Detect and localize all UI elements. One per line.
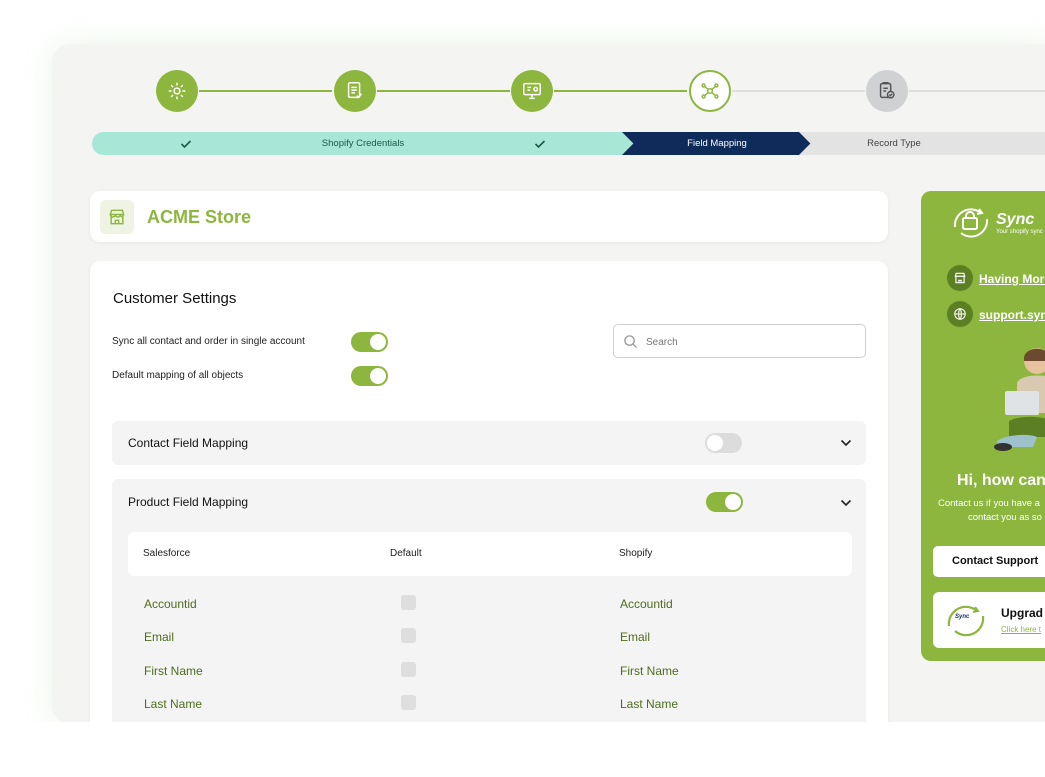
column-header-default: Default — [390, 548, 422, 559]
upgrade-link[interactable]: Click here t — [1001, 625, 1041, 634]
gear-settings-icon — [168, 82, 186, 100]
chevron-down-icon[interactable] — [840, 498, 852, 508]
settings-card: Customer Settings Sync all contact and o… — [90, 261, 888, 761]
contact-support-button[interactable]: Contact Support — [933, 546, 1045, 577]
help-text-line-2: contact you as so — [968, 512, 1042, 523]
contact-mapping-header[interactable]: Contact Field Mapping — [112, 421, 866, 465]
default-checkbox[interactable] — [401, 695, 416, 710]
step-circle-3[interactable] — [511, 70, 553, 112]
contact-support-label: Contact Support — [952, 555, 1039, 567]
search-box[interactable] — [613, 324, 866, 358]
step-tab-label: Record Type — [867, 138, 921, 149]
contact-mapping-toggle[interactable] — [705, 433, 742, 453]
help-text-line-1: Contact us if you have a — [938, 498, 1040, 509]
contact-mapping-title: Contact Field Mapping — [128, 436, 249, 450]
step-circle-2[interactable] — [334, 70, 376, 112]
salesforce-field: Email — [144, 630, 175, 644]
upgrade-card[interactable]: Sync Upgrad Click here t — [933, 592, 1045, 648]
step-tab-3[interactable] — [445, 132, 635, 155]
sync-all-label: Sync all contact and order in single acc… — [112, 336, 305, 347]
column-header-shopify: Shopify — [619, 548, 653, 559]
column-header-salesforce: Salesforce — [143, 548, 191, 559]
step-tab-5[interactable]: Record Type — [799, 132, 989, 155]
help-heading: Hi, how can — [957, 472, 1045, 489]
upgrade-logo-text: Sync — [955, 614, 970, 620]
store-link-icon-wrap — [947, 265, 973, 291]
salesforce-field: Last Name — [144, 697, 203, 711]
step-connector — [909, 90, 1045, 92]
product-mapping-panel: Product Field Mapping Salesforce Default… — [112, 479, 866, 761]
product-mapping-toggle[interactable] — [706, 492, 743, 512]
globe-icon — [954, 308, 966, 320]
step-circle-5[interactable] — [866, 70, 908, 112]
having-more-link[interactable]: Having More — [979, 272, 1045, 286]
salesforce-field: Accountid — [144, 597, 197, 611]
help-sidebar: Sync Your shopify sync Having More suppo… — [921, 191, 1045, 661]
shopify-field: Email — [620, 630, 651, 644]
default-checkbox[interactable] — [401, 595, 416, 610]
default-checkbox[interactable] — [401, 662, 416, 677]
step-circle-1[interactable] — [156, 70, 198, 112]
store-header: ACME Store — [90, 191, 888, 242]
step-tab-label: Field Mapping — [687, 138, 747, 149]
step-tab-label: Shopify Credentials — [321, 138, 405, 149]
support-person-illustration — [994, 348, 1045, 451]
upgrade-logo-icon — [947, 605, 985, 637]
store-icon-box — [100, 200, 134, 234]
shopify-field: First Name — [620, 664, 679, 678]
step-connector — [554, 90, 687, 92]
chevron-down-icon[interactable] — [840, 438, 852, 448]
store-icon — [954, 272, 966, 284]
monitor-icon — [523, 82, 541, 100]
step-connector — [732, 90, 865, 92]
step-circle-4[interactable] — [689, 70, 731, 112]
store-icon — [109, 209, 125, 225]
default-mapping-toggle[interactable] — [351, 366, 388, 386]
sync-cart-logo-icon — [953, 208, 989, 238]
globe-link-icon-wrap — [947, 301, 973, 327]
search-input[interactable] — [644, 332, 858, 352]
shopify-field: Accountid — [620, 597, 673, 611]
shopify-field: Last Name — [620, 697, 679, 711]
step-tab-6[interactable] — [976, 132, 1045, 155]
clipboard-check-icon — [879, 82, 895, 99]
salesforce-field: First Name — [144, 664, 203, 678]
mapping-table-header: Salesforce Default Shopify — [128, 532, 852, 576]
support-email-link[interactable]: support.sync — [979, 308, 1045, 322]
step-tab-1[interactable] — [92, 132, 280, 155]
brand-name: Sync — [996, 211, 1035, 228]
store-name: ACME Store — [147, 207, 252, 227]
step-connector — [199, 90, 332, 92]
checkmark-icon — [180, 139, 192, 148]
brand-tagline: Your shopify sync — [996, 229, 1043, 235]
document-icon — [347, 82, 363, 99]
search-icon — [624, 335, 638, 349]
default-checkbox[interactable] — [401, 628, 416, 643]
upgrade-title: Upgrad — [1001, 606, 1043, 620]
network-nodes-icon — [701, 83, 719, 99]
default-mapping-label: Default mapping of all objects — [112, 370, 244, 381]
step-connector — [377, 90, 510, 92]
checkmark-icon — [534, 139, 546, 148]
step-tab-2[interactable]: Shopify Credentials — [268, 132, 458, 155]
bottom-margin — [0, 722, 1045, 777]
section-title: Customer Settings — [113, 290, 237, 307]
step-tab-4[interactable]: Field Mapping — [622, 132, 812, 155]
product-mapping-title: Product Field Mapping — [128, 495, 249, 509]
sync-all-toggle[interactable] — [351, 332, 388, 352]
